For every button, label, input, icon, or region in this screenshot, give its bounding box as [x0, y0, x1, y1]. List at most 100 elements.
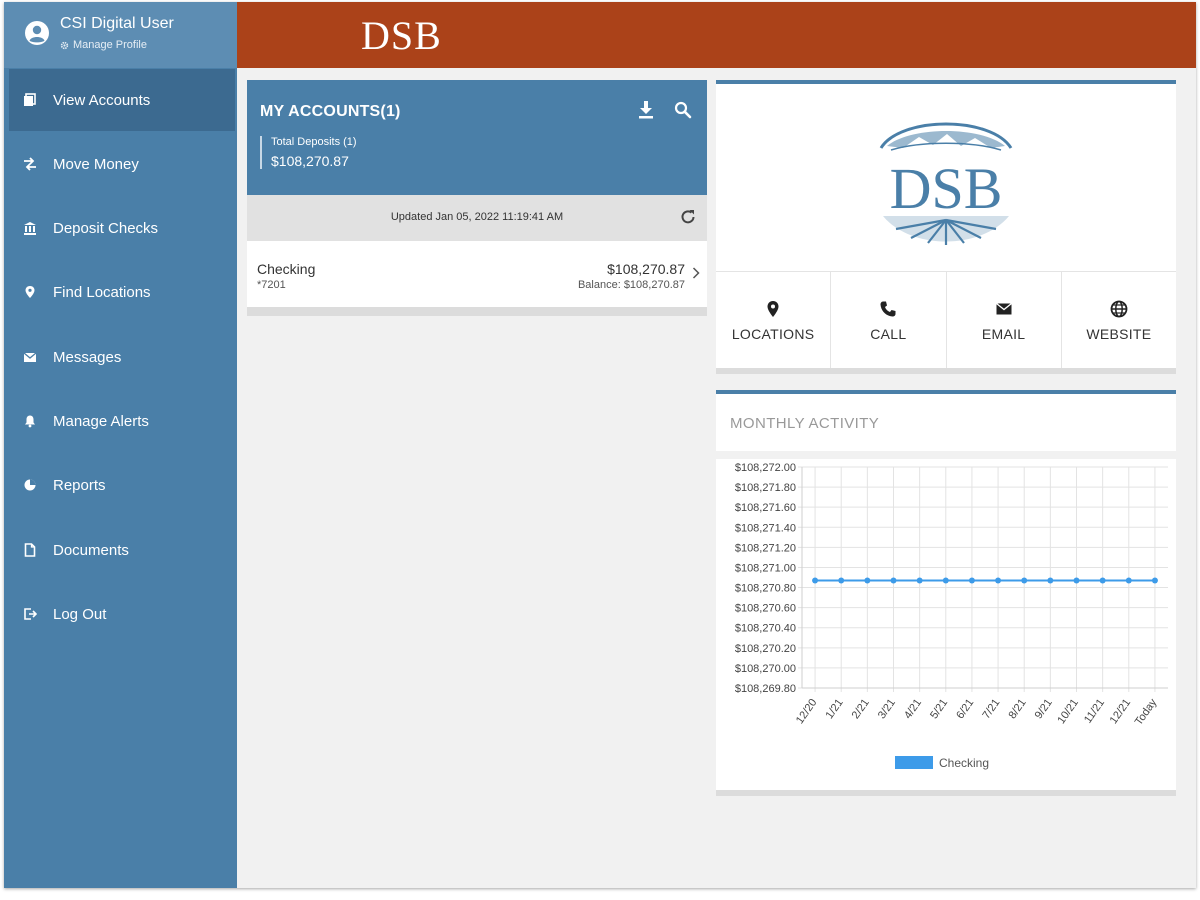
total-deposits: Total Deposits (1) $108,270.87: [260, 136, 357, 169]
sidebar-item-log-out[interactable]: Log Out: [9, 583, 235, 645]
email-label: EMAIL: [981, 325, 1026, 342]
accounts-title: MY ACCOUNTS(1): [260, 103, 401, 120]
data-point[interactable]: [812, 577, 819, 584]
x-tick-label: 12/21: [1108, 697, 1134, 726]
envelope-icon: [995, 302, 1012, 314]
top-header: DSB: [237, 2, 1196, 68]
header-logo[interactable]: DSB: [361, 12, 442, 59]
total-deposits-label: Total Deposits (1): [271, 136, 357, 148]
sidebar: CSI Digital User Manage Profile View Acc…: [4, 2, 237, 888]
x-tick-label: 8/21: [1007, 697, 1029, 721]
data-point[interactable]: [916, 577, 923, 584]
account-amount: $108,270.87: [607, 261, 685, 277]
data-point[interactable]: [1099, 577, 1106, 584]
x-tick-label: 5/21: [928, 697, 950, 721]
sidebar-item-label: View Accounts: [53, 91, 151, 109]
bank-info-card: DSB LOCATIONS CALL EMAIL WEBSITE: [716, 80, 1176, 374]
updated-timestamp: Updated Jan 05, 2022 11:19:41 AM: [390, 211, 564, 223]
data-point[interactable]: [1151, 577, 1158, 584]
chevron-right-icon: [692, 267, 700, 279]
sidebar-item-label: Messages: [53, 348, 122, 366]
sidebar-item-documents[interactable]: Documents: [9, 519, 235, 581]
data-point[interactable]: [1125, 577, 1132, 584]
website-label: WEBSITE: [1086, 325, 1152, 342]
sidebar-item-label: Deposit Checks: [53, 219, 159, 237]
profile-block[interactable]: CSI Digital User Manage Profile: [4, 2, 237, 68]
transfer-icon: [24, 157, 36, 171]
account-number: *7201: [257, 279, 286, 291]
sidebar-item-move-money[interactable]: Move Money: [9, 133, 235, 195]
sidebar-item-label: Find Locations: [53, 283, 151, 301]
legend-label-checking[interactable]: Checking: [939, 756, 989, 770]
manage-profile-label: Manage Profile: [73, 39, 147, 51]
x-tick-label: 12/20: [794, 697, 820, 726]
data-point[interactable]: [995, 577, 1002, 584]
accounts-footer: [247, 307, 707, 316]
sidebar-item-deposit-checks[interactable]: Deposit Checks: [9, 197, 235, 259]
logout-icon: [24, 608, 37, 620]
legend-swatch-checking[interactable]: [895, 756, 933, 769]
bank-card-footer: [716, 368, 1176, 374]
activity-footer: [716, 790, 1176, 796]
x-tick-label: 9/21: [1033, 697, 1055, 721]
download-icon[interactable]: [638, 100, 654, 120]
call-button[interactable]: CALL: [831, 272, 947, 369]
document-icon: [24, 543, 36, 557]
x-tick-label: Today: [1133, 696, 1160, 727]
y-tick-label: $108,270.20: [735, 643, 796, 655]
locations-label: LOCATIONS: [731, 325, 815, 342]
y-tick-label: $108,271.00: [735, 562, 796, 574]
sidebar-item-view-accounts[interactable]: View Accounts: [9, 69, 235, 131]
x-tick-label: 2/21: [850, 697, 872, 721]
user-avatar-icon: [25, 21, 49, 45]
locations-button[interactable]: LOCATIONS: [716, 272, 832, 369]
bell-icon: [25, 415, 35, 428]
y-tick-label: $108,270.40: [735, 623, 796, 635]
sidebar-item-label: Manage Alerts: [53, 412, 149, 430]
contact-row: LOCATIONS CALL EMAIL WEBSITE: [716, 271, 1176, 369]
y-tick-label: $108,270.80: [735, 583, 796, 595]
location-pin-icon: [767, 300, 779, 317]
x-tick-label: 7/21: [980, 697, 1002, 721]
data-point[interactable]: [942, 577, 949, 584]
data-point[interactable]: [968, 577, 975, 584]
pie-chart-icon: [24, 479, 36, 491]
website-button[interactable]: WEBSITE: [1062, 272, 1176, 369]
data-point[interactable]: [864, 577, 871, 584]
data-point[interactable]: [1047, 577, 1054, 584]
x-tick-label: 4/21: [902, 697, 924, 721]
account-row-checking[interactable]: Checking *7201 $108,270.87 Balance: $108…: [247, 241, 707, 307]
sidebar-item-messages[interactable]: Messages: [9, 326, 235, 388]
location-pin-icon: [25, 286, 35, 298]
data-point[interactable]: [838, 577, 845, 584]
monthly-activity-card: MONTHLY ACTIVITY $108,272.00 $108,271.80 $…: [716, 390, 1176, 796]
x-tick-label: 3/21: [876, 697, 898, 721]
email-button[interactable]: EMAIL: [947, 272, 1062, 369]
sidebar-item-manage-alerts[interactable]: Manage Alerts: [9, 390, 235, 452]
search-icon[interactable]: [674, 101, 692, 119]
y-tick-label: $108,271.40: [735, 522, 796, 534]
sidebar-item-reports[interactable]: Reports: [9, 454, 235, 516]
data-point[interactable]: [1021, 577, 1028, 584]
y-tick-label: $108,270.60: [735, 603, 796, 615]
data-point[interactable]: [1073, 577, 1080, 584]
account-name: Checking: [257, 261, 316, 277]
manage-profile-link[interactable]: Manage Profile: [60, 39, 147, 51]
phone-icon: [880, 301, 896, 316]
monthly-activity-chart: $108,272.00 $108,271.80 $108,271.60 $108,27…: [735, 462, 1168, 770]
y-tick-label: $108,271.80: [735, 482, 796, 494]
app-window: CSI Digital User Manage Profile View Acc…: [4, 2, 1196, 888]
updated-bar: Updated Jan 05, 2022 11:19:41 AM: [247, 195, 707, 241]
sidebar-item-label: Reports: [53, 476, 106, 494]
sidebar-item-find-locations[interactable]: Find Locations: [9, 261, 235, 323]
refresh-icon[interactable]: [679, 208, 697, 226]
user-name: CSI Digital User: [60, 15, 174, 32]
sidebar-item-label: Move Money: [53, 155, 139, 173]
data-point[interactable]: [890, 577, 897, 584]
accounts-panel: MY ACCOUNTS(1) Total Deposits (1) $108,2…: [247, 80, 707, 320]
y-tick-label: $108,271.20: [735, 542, 796, 554]
accounts-header: MY ACCOUNTS(1) Total Deposits (1) $108,2…: [247, 80, 707, 195]
sidebar-item-label: Log Out: [53, 605, 107, 623]
call-label: CALL: [870, 325, 907, 342]
gear-icon: [60, 41, 69, 49]
